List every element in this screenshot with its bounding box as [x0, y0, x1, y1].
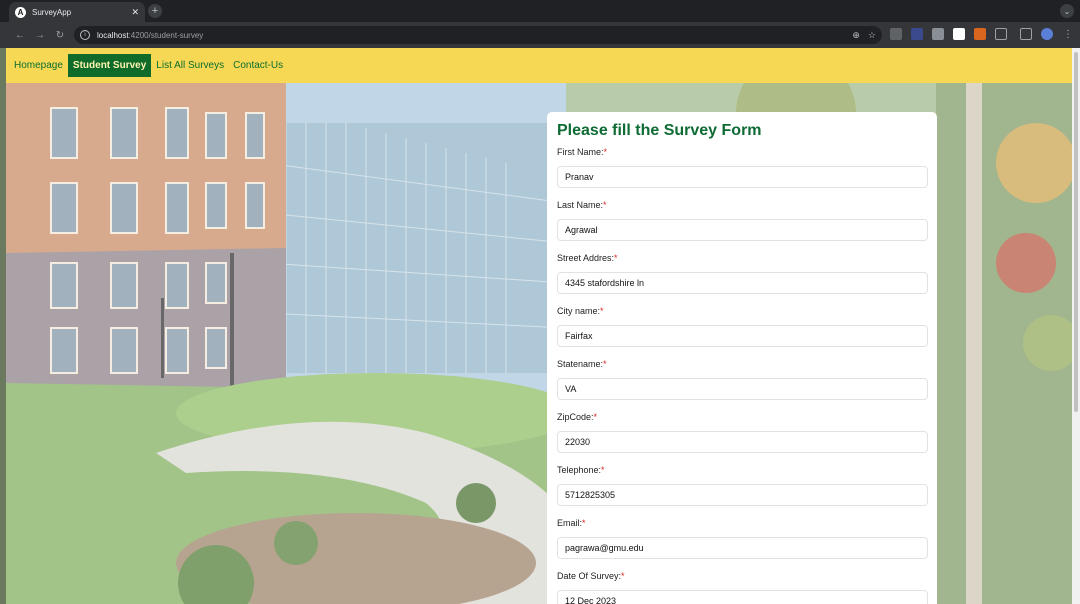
label-text: Last Name: — [557, 200, 604, 210]
site-info-icon[interactable]: i — [80, 30, 90, 40]
label-text: Telephone: — [557, 465, 602, 475]
email-label: Email:* — [557, 518, 928, 530]
city-name-field: City name:* — [557, 306, 928, 359]
extension-icon[interactable] — [890, 28, 902, 40]
label-text: ZipCode: — [557, 412, 594, 422]
state-name-input[interactable] — [557, 378, 928, 400]
tab-search-chevron-icon[interactable]: ⌄ — [1060, 4, 1074, 18]
label-text: First Name: — [557, 147, 604, 157]
required-asterisk: * — [603, 200, 607, 210]
zipcode-field: ZipCode:* — [557, 412, 928, 465]
first-name-field: First Name:* — [557, 147, 928, 200]
email-input[interactable] — [557, 537, 928, 559]
label-text: Email: — [557, 518, 583, 528]
shield-extension-icon[interactable] — [911, 28, 923, 40]
form-title: Please fill the Survey Form — [557, 122, 762, 139]
required-asterisk: * — [593, 412, 598, 422]
address-bar[interactable]: i localhost:4200/student-survey ⊕ ☆ — [74, 26, 882, 44]
city-name-label: City name:* — [557, 306, 928, 318]
url-path: :4200/student-survey — [128, 30, 204, 40]
side-panel-icon[interactable] — [1020, 28, 1032, 40]
state-name-label: Statename:* — [557, 359, 928, 371]
label-text: Date Of Survey: — [557, 571, 622, 581]
browser-toolbar: ← → ↻ i localhost:4200/student-survey ⊕ … — [0, 22, 1080, 48]
forward-arrow-icon[interactable]: → — [30, 30, 50, 41]
label-text: Statename: — [557, 359, 604, 369]
new-tab-plus-icon[interactable]: + — [148, 4, 162, 18]
required-asterisk: * — [582, 518, 586, 528]
extensions-area: ⋮ — [890, 28, 1074, 40]
url-host: localhost — [97, 30, 129, 40]
back-arrow-icon[interactable]: ← — [10, 30, 30, 41]
extension-icon[interactable] — [974, 28, 986, 40]
date-of-survey-field: Date Of Survey:* — [557, 571, 928, 604]
label-text: City name: — [557, 306, 601, 316]
browser-tabstrip: A SurveyApp ✕ + ⌄ — [0, 0, 1080, 22]
profile-avatar[interactable] — [1041, 28, 1053, 40]
url-text[interactable]: localhost:4200/student-survey — [97, 31, 844, 40]
zipcode-label: ZipCode:* — [557, 412, 928, 424]
extension-icon[interactable] — [932, 28, 944, 40]
street-address-label: Street Addres:* — [557, 253, 928, 265]
nav-homepage[interactable]: Homepage — [10, 53, 67, 78]
required-asterisk: * — [603, 359, 607, 369]
street-address-field: Street Addres:* — [557, 253, 928, 306]
first-name-label: First Name:* — [557, 147, 928, 159]
date-of-survey-label: Date Of Survey:* — [557, 571, 928, 583]
telephone-field: Telephone:* — [557, 465, 928, 518]
page-viewport: Homepage Student Survey List All Surveys… — [6, 48, 1072, 604]
angular-favicon-icon: A — [15, 6, 26, 18]
zoom-icon[interactable]: ⊕ — [852, 30, 860, 41]
last-name-label: Last Name:* — [557, 200, 928, 212]
first-name-input[interactable] — [557, 166, 928, 188]
required-asterisk: * — [601, 465, 605, 475]
bookmark-star-icon[interactable]: ☆ — [868, 30, 876, 41]
top-navbar: Homepage Student Survey List All Surveys… — [6, 48, 1072, 83]
tab-title: SurveyApp — [32, 7, 72, 17]
city-name-input[interactable] — [557, 325, 928, 347]
reload-icon[interactable]: ↻ — [50, 30, 70, 41]
nav-student-survey[interactable]: Student Survey — [67, 54, 152, 77]
telephone-input[interactable] — [557, 484, 928, 506]
required-asterisk: * — [614, 253, 618, 263]
required-asterisk: * — [600, 306, 604, 316]
browser-tab[interactable]: A SurveyApp ✕ — [9, 2, 145, 22]
street-address-input[interactable] — [557, 272, 928, 294]
required-asterisk: * — [603, 147, 608, 157]
scrollbar-thumb[interactable] — [1074, 52, 1078, 412]
tab-close-icon[interactable]: ✕ — [131, 7, 139, 18]
zipcode-input[interactable] — [557, 431, 928, 453]
kebab-menu-icon[interactable]: ⋮ — [1062, 28, 1074, 40]
email-field: Email:* — [557, 518, 928, 571]
state-name-field: Statename:* — [557, 359, 928, 412]
nav-contact-us[interactable]: Contact-Us — [229, 53, 287, 78]
required-asterisk: * — [621, 571, 625, 581]
nav-list-all-surveys[interactable]: List All Surveys — [152, 53, 228, 78]
label-text: Street Addres: — [557, 253, 615, 263]
puzzle-extensions-icon[interactable] — [995, 28, 1007, 40]
last-name-field: Last Name:* — [557, 200, 928, 253]
telephone-label: Telephone:* — [557, 465, 928, 477]
date-of-survey-input[interactable] — [557, 590, 928, 604]
extension-icon[interactable] — [953, 28, 965, 40]
survey-form: Please fill the Survey Form First Name:*… — [547, 112, 937, 604]
last-name-input[interactable] — [557, 219, 928, 241]
